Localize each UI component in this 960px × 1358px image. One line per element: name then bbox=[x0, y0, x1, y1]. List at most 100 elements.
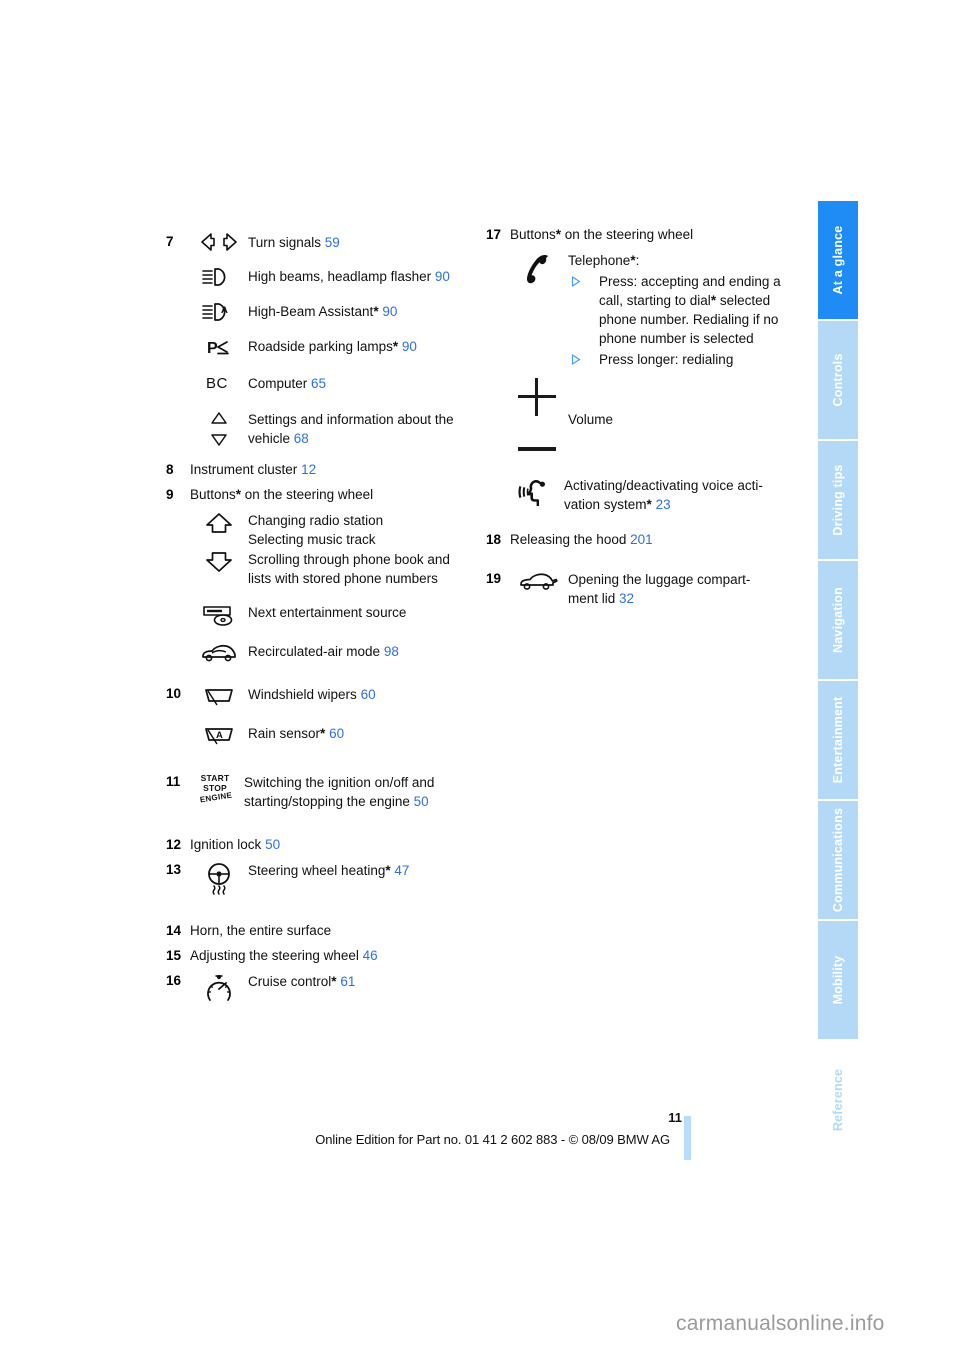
svg-text:BC: BC bbox=[206, 375, 228, 392]
row-voice-activation-label: Activating/deactivating voice acti- vati… bbox=[564, 478, 763, 512]
tab-entertainment[interactable]: Entertainment bbox=[818, 681, 858, 799]
up-down-arrows-icon bbox=[190, 409, 248, 448]
entry-17-heading: Buttons* on the steering wheel bbox=[510, 227, 694, 242]
tab-reference[interactable]: Reference bbox=[818, 1041, 858, 1159]
row-recirculated-air: Recirculated-air mode 98 bbox=[190, 641, 476, 664]
luggage-compartment-icon bbox=[510, 569, 568, 594]
page-ref[interactable]: 50 bbox=[414, 794, 429, 809]
start-stop-engine-glyph: START STOP ENGINE bbox=[192, 773, 238, 811]
triangle-bullet-icon bbox=[568, 350, 599, 365]
row-computer: BC Computer 65 bbox=[190, 373, 476, 393]
entry-14-label: Horn, the entire surface bbox=[190, 923, 332, 938]
row-cruise-control-label: Cruise control* 61 bbox=[248, 974, 356, 989]
row-entertainment-source-label: Next entertainment source bbox=[248, 605, 407, 620]
cruise-control-icon bbox=[190, 971, 248, 1006]
entry-15-body: Adjusting the steering wheel 46 bbox=[190, 946, 476, 965]
left-content-column: 7 Turn signals 59 High beams, headlamp f… bbox=[166, 232, 476, 1006]
tab-mobility[interactable]: Mobility bbox=[818, 921, 858, 1039]
tab-navigation-label: Navigation bbox=[831, 587, 845, 653]
tab-navigation[interactable]: Navigation bbox=[818, 561, 858, 679]
tab-at-a-glance[interactable]: At a glance bbox=[818, 201, 858, 319]
tab-at-a-glance-label: At a glance bbox=[831, 225, 845, 295]
page-ref[interactable]: 65 bbox=[311, 376, 326, 391]
option-star: * bbox=[385, 863, 391, 878]
turn-signals-icon bbox=[190, 232, 248, 251]
tab-driving-tips[interactable]: Driving tips bbox=[818, 441, 858, 559]
option-star: * bbox=[646, 497, 652, 512]
page-ref[interactable]: 59 bbox=[325, 235, 340, 250]
page-ref[interactable]: 60 bbox=[329, 726, 344, 741]
entry-12-label: Ignition lock bbox=[190, 837, 262, 852]
page-ref[interactable]: 60 bbox=[361, 687, 376, 702]
row-settings-info-label: Settings and information about the vehic… bbox=[248, 412, 454, 446]
page-ref[interactable]: 46 bbox=[363, 948, 378, 963]
entry-7-body: Turn signals 59 High beams, headlamp fla… bbox=[190, 232, 476, 448]
svg-text:P: P bbox=[207, 340, 218, 357]
tab-driving-tips-label: Driving tips bbox=[831, 464, 845, 536]
entry-10-number: 10 bbox=[166, 686, 182, 701]
voice-activation-icon bbox=[510, 475, 564, 510]
site-watermark: carmanualsonline.info bbox=[676, 1312, 885, 1335]
row-volume: Volume bbox=[510, 378, 796, 465]
entry-12-number: 12 bbox=[166, 837, 182, 852]
page-ref[interactable]: 90 bbox=[402, 339, 417, 354]
minus-icon bbox=[518, 447, 556, 451]
row-roadside-parking-lamps: P Roadside parking lamps* 90 bbox=[190, 336, 476, 357]
plus-icon-vertical bbox=[535, 378, 538, 416]
page-ref[interactable]: 23 bbox=[656, 497, 671, 512]
page-ref[interactable]: 90 bbox=[382, 304, 397, 319]
page-ref[interactable]: 68 bbox=[294, 431, 309, 446]
entry-19-number: 19 bbox=[486, 571, 502, 586]
row-luggage-compartment-label: Opening the luggage compart- ment lid 32 bbox=[568, 572, 751, 606]
page-ref[interactable]: 61 bbox=[340, 974, 355, 989]
page-ref[interactable]: 90 bbox=[435, 269, 450, 284]
tab-communications[interactable]: Communications bbox=[818, 801, 858, 919]
entry-15-label: Adjusting the steering wheel bbox=[190, 948, 359, 963]
entry-18-body: Releasing the hood 201 bbox=[510, 530, 796, 549]
telephone-heading: Telephone*: bbox=[568, 253, 640, 268]
entry-14-number: 14 bbox=[166, 923, 182, 938]
page-ref[interactable]: 47 bbox=[394, 863, 409, 878]
tab-controls[interactable]: Controls bbox=[818, 321, 858, 439]
entry-7: 7 Turn signals 59 High beams, headlamp f… bbox=[166, 232, 476, 448]
entry-9-body: Buttons* on the steering wheel Changing … bbox=[190, 485, 476, 664]
high-beam-assistant-icon: A bbox=[190, 301, 248, 322]
row-rain-sensor-label: Rain sensor* 60 bbox=[248, 726, 345, 741]
row-voice-activation: Activating/deactivating voice acti- vati… bbox=[510, 475, 796, 514]
row-rain-sensor: A Rain sensor* 60 bbox=[190, 723, 476, 748]
page-ref[interactable]: 12 bbox=[301, 462, 316, 477]
manual-page: At a glance Controls Driving tips Naviga… bbox=[0, 0, 960, 1358]
entry-8: 8 Instrument cluster 12 bbox=[166, 460, 476, 479]
page-ref[interactable]: 98 bbox=[384, 644, 399, 659]
telephone-block: Telephone*: Press: accepting and ending … bbox=[568, 250, 796, 369]
volume-plus-minus-icon bbox=[510, 378, 568, 465]
entry-16-body: Cruise control* 61 bbox=[190, 971, 476, 1006]
row-radio-station-up: Changing radio station Selecting music t… bbox=[190, 510, 476, 549]
entry-18: 18 Releasing the hood 201 bbox=[486, 530, 796, 549]
telephone-handset-icon bbox=[510, 250, 568, 289]
entry-8-body: Instrument cluster 12 bbox=[190, 460, 476, 479]
page-ref[interactable]: 50 bbox=[265, 837, 280, 852]
row-luggage-compartment: Opening the luggage compart- ment lid 32 bbox=[510, 569, 796, 608]
page-ref[interactable]: 201 bbox=[630, 532, 653, 547]
entry-9-number: 9 bbox=[166, 487, 174, 502]
up-arrow-icon bbox=[190, 510, 248, 535]
row-high-beams: High beams, headlamp flasher 90 bbox=[190, 266, 476, 287]
row-telephone: Telephone*: Press: accepting and ending … bbox=[510, 250, 796, 369]
option-star: * bbox=[331, 974, 337, 989]
row-turn-signals-label: Turn signals 59 bbox=[248, 235, 340, 250]
row-phonebook-down-label: Scrolling through phone book and lists w… bbox=[248, 552, 450, 586]
option-star: * bbox=[320, 726, 326, 741]
row-start-stop-label: Switching the ignition on/off and starti… bbox=[244, 775, 435, 809]
section-tab-strip: At a glance Controls Driving tips Naviga… bbox=[818, 201, 858, 1165]
entry-10: 10 Windshield wipers 60 A Rain sensor* 6… bbox=[166, 684, 476, 748]
entry-19-body: Opening the luggage compart- ment lid 32 bbox=[510, 569, 796, 608]
page-ref[interactable]: 32 bbox=[619, 591, 634, 606]
option-star: * bbox=[392, 339, 399, 354]
telephone-bullet-1: Press: accepting and ending a call, star… bbox=[568, 272, 796, 348]
steering-wheel-heating-icon bbox=[190, 860, 248, 897]
svg-text:A: A bbox=[221, 305, 228, 316]
entry-17: 17 Buttons* on the steering wheel Teleph… bbox=[486, 225, 796, 514]
row-start-stop: START STOP ENGINE Switching the ignition… bbox=[190, 772, 476, 811]
row-steering-wheel-heating-label: Steering wheel heating* 47 bbox=[248, 863, 410, 878]
